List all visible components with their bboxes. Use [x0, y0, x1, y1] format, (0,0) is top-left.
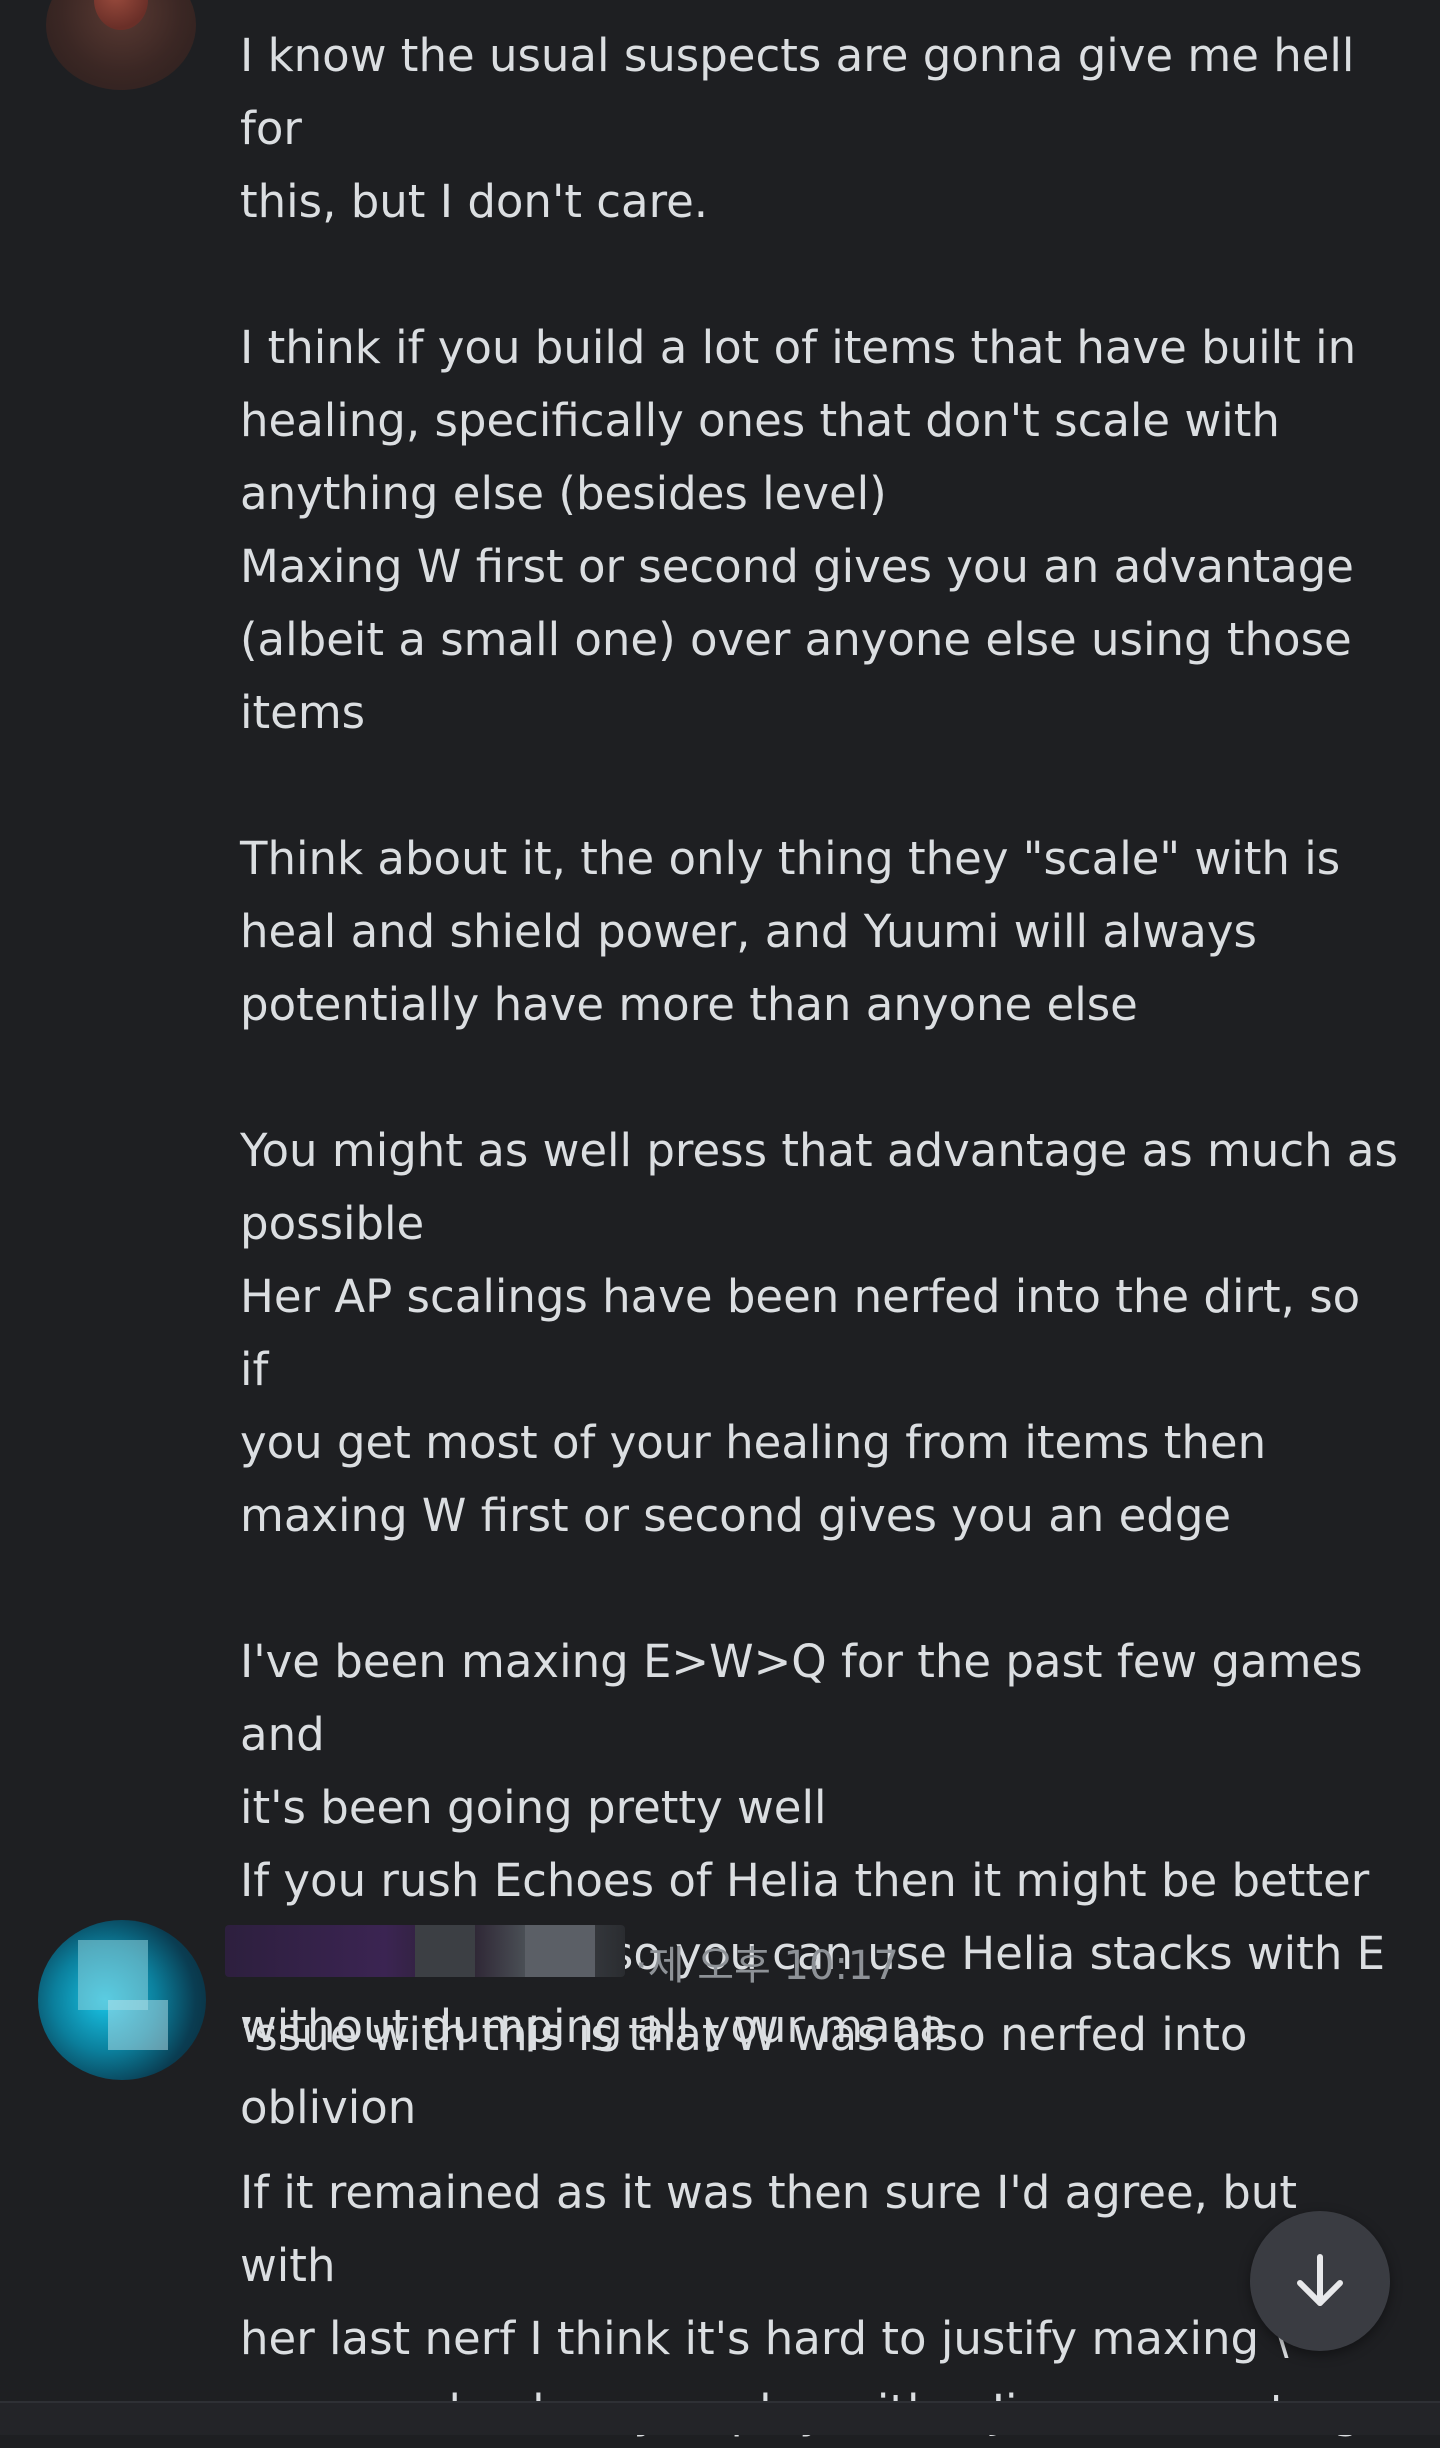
message-content: I know the usual suspects are gonna give…	[240, 29, 1398, 2053]
bottom-bar	[0, 2401, 1440, 2435]
message-timestamp: ·제 오후 10:17	[635, 1943, 899, 1989]
username-redacted[interactable]	[225, 1925, 625, 1977]
redaction-block	[415, 1925, 475, 1977]
user-avatar[interactable]	[38, 1920, 206, 2080]
user-avatar[interactable]	[46, 0, 196, 90]
message-content: ʼssue with this is that W was also nerfe…	[240, 2008, 1248, 2134]
avatar-image	[94, 0, 148, 30]
jump-to-present-button[interactable]	[1250, 2211, 1390, 2351]
redaction-block	[525, 1925, 595, 1977]
arrow-down-icon	[1297, 2254, 1343, 2306]
avatar-blur-region	[108, 2000, 168, 2050]
